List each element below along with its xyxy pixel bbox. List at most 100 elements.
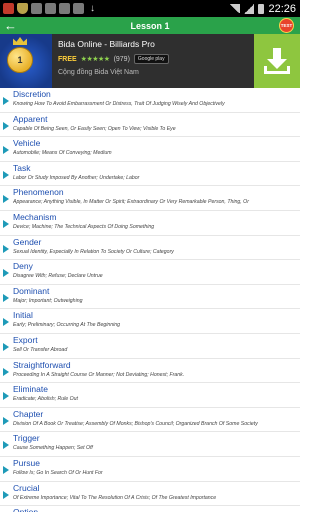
list-item[interactable]: Eliminate Eradicate; Abolish; Rule Out: [0, 383, 300, 408]
billiard-ball-icon: 1: [7, 47, 33, 73]
play-arrow-icon: [3, 97, 9, 105]
vocab-definition: Capable Of Being Seen, Or Easily Seen; O…: [13, 125, 176, 132]
vocab-definition: Disagree With; Refuse; Declare Untrue: [13, 273, 103, 280]
word-list[interactable]: Discretion Knowing How To Avoid Embarrass…: [0, 88, 300, 512]
action-bar: ← Lesson 1 TEST: [0, 17, 300, 34]
vocab-word: Crucial: [13, 482, 40, 493]
ad-price: FREE: [58, 55, 77, 63]
list-item[interactable]: Chapter Division Of A Book Or Treatise; A…: [0, 408, 300, 433]
vocab-word: Gender: [13, 236, 42, 247]
vocab-word: Straightforward: [13, 359, 71, 370]
play-arrow-icon: [3, 244, 9, 253]
vocab-definition: Early; Preliminary; Occurring At The Beg…: [13, 322, 121, 329]
vocab-definition: Labor Or Study Imposed By Another; Under…: [13, 174, 140, 181]
play-arrow-icon: [3, 392, 9, 401]
vocab-word: Mechanism: [13, 211, 57, 222]
vocab-definition: Device; Machine; The Technical Aspects O…: [13, 223, 155, 230]
list-item[interactable]: Dominant Major; Important; Outweighing: [0, 285, 300, 310]
vocab-definition: Sell Or Transfer Abroad: [13, 346, 68, 353]
vocab-definition: Proceeding In A Straight Course Or Manne…: [13, 371, 185, 378]
play-arrow-icon: [3, 121, 9, 130]
vocab-definition: Appearance; Anything Visible, In Matter …: [13, 199, 249, 206]
vocab-definition: Knowing How To Avoid Embarrassment Or Di…: [13, 101, 225, 107]
list-item[interactable]: Pursue Follow Is; Go In Search Of Or Hunt…: [0, 457, 300, 482]
vocab-word: Initial: [13, 310, 33, 321]
vocab-word: Option: [13, 506, 300, 512]
notification-icons: ↓: [3, 3, 98, 14]
notification-icon: [45, 3, 56, 14]
crown-icon: [13, 37, 27, 45]
vocab-word: Pursue: [13, 457, 40, 468]
play-arrow-icon: [3, 195, 9, 204]
notification-icon: [59, 3, 70, 14]
list-item[interactable]: Initial Early; Preliminary; Occurring At …: [0, 309, 300, 334]
play-arrow-icon: [3, 441, 9, 450]
vocab-definition: Follow Is; Go In Search Of Or Hunt For: [13, 469, 103, 476]
red-app-icon: [3, 3, 14, 14]
vocab-word: Trigger: [13, 433, 40, 444]
list-item[interactable]: Crucial Of Extreme Importance; Vital To T…: [0, 482, 300, 507]
billiards-app-icon: 1: [0, 34, 52, 88]
play-arrow-icon: [3, 269, 9, 278]
download-icon: [264, 48, 290, 74]
list-item[interactable]: Phenomenon Appearance; Anything Visible, …: [0, 186, 300, 211]
vocab-definition: Cause Something Happen; Set Off: [13, 445, 93, 452]
list-item[interactable]: Task Labor Or Study Imposed By Another; U…: [0, 162, 300, 187]
status-bar: ↓ 22:26: [0, 0, 300, 17]
signal-icon: [244, 3, 255, 14]
battery-icon: [258, 3, 265, 14]
test-button[interactable]: TEST: [279, 18, 294, 33]
ad-meta: FREE ★★★★★ (979) Google play: [58, 54, 248, 64]
vocab-word: Task: [13, 162, 31, 173]
vocab-word: Vehicle: [13, 138, 41, 149]
list-item[interactable]: Deny Disagree With; Refuse; Declare Untru…: [0, 260, 300, 285]
vocab-word: Discretion: [13, 89, 51, 99]
list-item[interactable]: Vehicle Automobile; Means Of Conveying; M…: [0, 137, 300, 162]
list-item[interactable]: Trigger Cause Something Happen; Set Off: [0, 432, 300, 457]
page-title: Lesson 1: [130, 20, 170, 31]
ad-download-button[interactable]: [254, 34, 300, 88]
list-item[interactable]: Straightforward Proceeding In A Straight …: [0, 359, 300, 384]
play-arrow-icon: [3, 219, 9, 228]
play-arrow-icon: [3, 146, 9, 155]
play-arrow-icon: [3, 293, 9, 302]
vocab-word: Dominant: [13, 285, 50, 296]
list-item[interactable]: Export Sell Or Transfer Abroad: [0, 334, 300, 359]
vocab-definition: Eradicate; Abolish; Rule Out: [13, 396, 78, 403]
wifi-icon: [229, 4, 241, 13]
rating-stars-icon: ★★★★★: [80, 56, 110, 63]
list-item[interactable]: OptionAct Of Choosing; Power Or Freedom …: [0, 506, 300, 512]
download-icon: ↓: [90, 3, 95, 14]
clock: 22:26: [268, 2, 296, 15]
play-arrow-icon: [3, 416, 9, 425]
play-arrow-icon: [3, 465, 9, 474]
vocab-definition: Automobile; Means Of Conveying; Medium: [13, 150, 112, 157]
vocab-word: Export: [13, 334, 38, 345]
vocab-word: Deny: [13, 261, 33, 272]
rating-count: (979): [113, 55, 130, 63]
notification-icon: [31, 3, 42, 14]
security-shield-icon: [17, 3, 28, 14]
list-item[interactable]: Mechanism Device; Machine; The Technical …: [0, 211, 300, 236]
google-play-badge: Google play: [133, 54, 169, 64]
play-arrow-icon: [3, 170, 9, 179]
list-item[interactable]: Apparent Capable Of Being Seen, Or Easily…: [0, 113, 300, 138]
mail-icon: [73, 3, 84, 14]
vocab-definition: Sexual Identity, Especially In Relation …: [13, 248, 174, 255]
vocab-word: Phenomenon: [13, 187, 64, 198]
vocab-word: Eliminate: [13, 384, 48, 395]
back-arrow-icon[interactable]: ←: [4, 19, 18, 32]
ad-banner[interactable]: 1 Bida Online - Billiards Pro FREE ★★★★★…: [0, 34, 300, 88]
list-item[interactable]: Discretion Knowing How To Avoid Embarrass…: [0, 88, 300, 113]
ad-text: Bida Online - Billiards Pro FREE ★★★★★ (…: [52, 34, 254, 88]
play-arrow-icon: [3, 490, 9, 499]
vocab-word: Apparent: [13, 113, 48, 124]
vocab-definition: Of Extreme Importance; Vital To The Reso…: [13, 494, 217, 501]
ad-subtitle: Cộng đồng Bida Việt Nam: [58, 69, 139, 76]
vocab-definition: Division Of A Book Or Treatise; Assembly…: [13, 420, 258, 427]
vocab-word: Chapter: [13, 408, 44, 419]
list-item[interactable]: Gender Sexual Identity, Especially In Rel…: [0, 236, 300, 261]
play-arrow-icon: [3, 367, 9, 376]
ad-title: Bida Online - Billiards Pro: [58, 39, 155, 49]
vocab-definition: Major; Important; Outweighing: [13, 297, 83, 304]
